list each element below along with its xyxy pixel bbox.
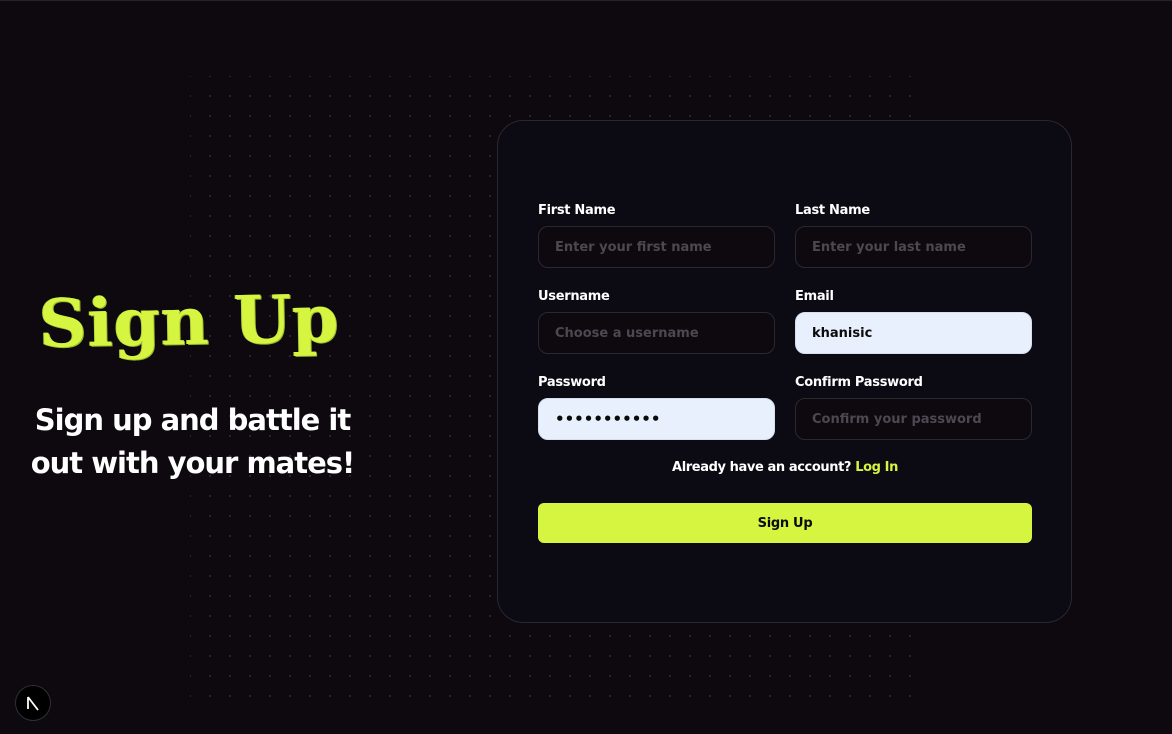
signup-card: First Name Last Name Username Email Pass… xyxy=(497,120,1072,623)
sign-up-button[interactable]: Sign Up xyxy=(538,503,1032,543)
first-name-field: First Name xyxy=(538,202,775,268)
email-field: Email xyxy=(795,288,1032,354)
page: Sign Up Sign up and battle it out with y… xyxy=(0,0,1172,734)
nextjs-badge[interactable] xyxy=(15,685,51,721)
hero-subtitle: Sign up and battle it out with your mate… xyxy=(30,403,356,480)
confirm-password-label: Confirm Password xyxy=(795,375,923,390)
username-field: Username xyxy=(538,288,775,354)
password-field: Password xyxy=(538,374,775,440)
first-name-label: First Name xyxy=(538,203,616,218)
password-input[interactable] xyxy=(538,398,775,440)
login-prompt-text: Already have an account? xyxy=(672,460,852,475)
first-name-input[interactable] xyxy=(538,226,775,268)
last-name-field: Last Name xyxy=(795,202,1032,268)
login-prompt: Already have an account? Log In xyxy=(538,460,1032,475)
username-label: Username xyxy=(538,289,610,304)
confirm-password-field: Confirm Password xyxy=(795,374,1032,440)
password-label: Password xyxy=(538,375,606,390)
hero: Sign Up Sign up and battle it out with y… xyxy=(0,279,385,485)
last-name-input[interactable] xyxy=(795,226,1032,268)
email-label: Email xyxy=(795,289,834,304)
username-input[interactable] xyxy=(538,312,775,354)
hero-title: Sign Up xyxy=(38,279,341,363)
email-input[interactable] xyxy=(795,312,1032,354)
nextjs-logo-icon xyxy=(27,696,39,711)
login-link[interactable]: Log In xyxy=(855,460,898,475)
confirm-password-input[interactable] xyxy=(795,398,1032,440)
last-name-label: Last Name xyxy=(795,203,870,218)
